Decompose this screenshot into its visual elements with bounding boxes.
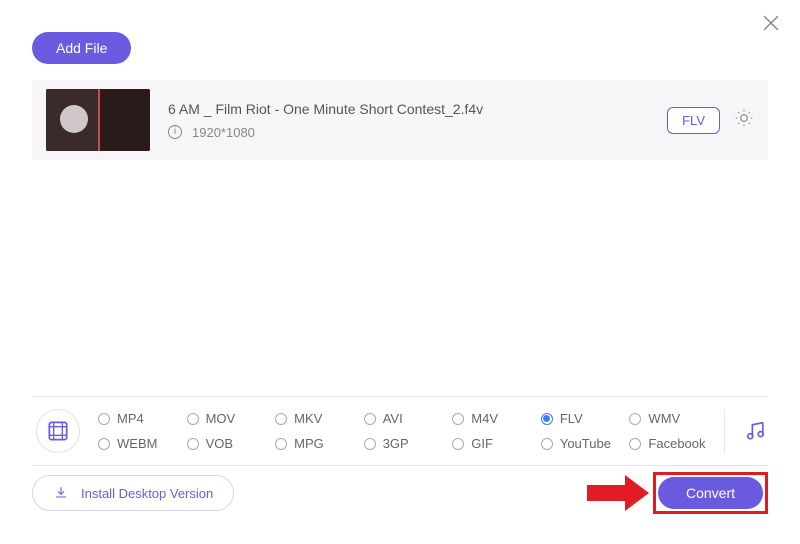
file-item: 6 AM _ Film Riot - One Minute Short Cont… [32, 80, 768, 160]
gear-icon [734, 108, 754, 128]
radio-icon [98, 413, 110, 425]
format-label: MOV [206, 411, 236, 426]
format-label: Facebook [648, 436, 705, 451]
format-panel: MP4 MOV MKV AVI M4V FLV WMV WEBM VOB MPG 3GP GIF You… [32, 396, 768, 466]
radio-icon [364, 438, 376, 450]
info-icon: i [168, 125, 182, 139]
video-thumbnail [46, 89, 150, 151]
format-label: VOB [206, 436, 233, 451]
radio-icon [364, 413, 376, 425]
format-option-avi[interactable]: AVI [364, 411, 449, 426]
format-option-webm[interactable]: WEBM [98, 436, 183, 451]
format-label: YouTube [560, 436, 611, 451]
format-option-wmv[interactable]: WMV [629, 411, 714, 426]
format-option-vob[interactable]: VOB [187, 436, 272, 451]
radio-icon [275, 438, 287, 450]
radio-icon [98, 438, 110, 450]
audio-tab[interactable] [724, 409, 768, 453]
radio-icon [275, 413, 287, 425]
format-label: M4V [471, 411, 498, 426]
format-option-3gp[interactable]: 3GP [364, 436, 449, 451]
format-option-youtube[interactable]: YouTube [541, 436, 626, 451]
file-info: 6 AM _ Film Riot - One Minute Short Cont… [168, 101, 667, 140]
radio-icon [541, 413, 553, 425]
format-option-mkv[interactable]: MKV [275, 411, 360, 426]
format-label: AVI [383, 411, 403, 426]
radio-icon [541, 438, 553, 450]
video-tab[interactable] [36, 409, 80, 453]
format-option-mp4[interactable]: MP4 [98, 411, 183, 426]
install-desktop-button[interactable]: Install Desktop Version [32, 475, 234, 511]
format-label: MPG [294, 436, 324, 451]
add-file-button[interactable]: Add File [32, 32, 131, 64]
arrow-annotation [587, 475, 649, 511]
radio-icon [187, 413, 199, 425]
film-icon [45, 418, 71, 444]
format-option-flv[interactable]: FLV [541, 411, 626, 426]
close-button[interactable] [760, 12, 782, 34]
settings-button[interactable] [734, 108, 754, 133]
radio-icon [452, 438, 464, 450]
format-label: WEBM [117, 436, 157, 451]
format-option-gif[interactable]: GIF [452, 436, 537, 451]
output-format-badge[interactable]: FLV [667, 107, 720, 134]
format-option-m4v[interactable]: M4V [452, 411, 537, 426]
format-label: MKV [294, 411, 322, 426]
download-icon [53, 485, 69, 501]
format-label: WMV [648, 411, 680, 426]
file-name: 6 AM _ Film Riot - One Minute Short Cont… [168, 101, 667, 117]
radio-icon [629, 413, 641, 425]
radio-icon [452, 413, 464, 425]
format-option-mpg[interactable]: MPG [275, 436, 360, 451]
radio-icon [629, 438, 641, 450]
bottom-bar: Install Desktop Version Convert [32, 472, 768, 514]
convert-button[interactable]: Convert [658, 477, 763, 509]
format-label: 3GP [383, 436, 409, 451]
radio-icon [187, 438, 199, 450]
music-icon [743, 418, 768, 444]
highlight-frame: Convert [653, 472, 768, 514]
close-icon [760, 12, 782, 34]
format-option-facebook[interactable]: Facebook [629, 436, 714, 451]
file-resolution: 1920*1080 [192, 125, 255, 140]
format-label: GIF [471, 436, 493, 451]
format-option-mov[interactable]: MOV [187, 411, 272, 426]
format-label: FLV [560, 411, 583, 426]
install-desktop-label: Install Desktop Version [81, 486, 213, 501]
format-label: MP4 [117, 411, 144, 426]
